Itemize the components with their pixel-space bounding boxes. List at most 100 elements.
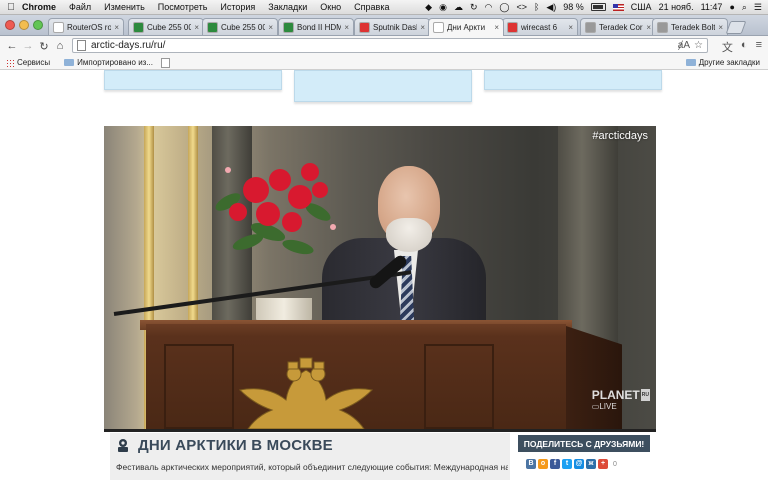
apple-icon[interactable]:  bbox=[0, 2, 22, 13]
clock-date[interactable]: 21 нояб. bbox=[659, 2, 694, 12]
cloud-icon[interactable]: ☁ bbox=[454, 2, 463, 13]
menu-app-name[interactable]: Chrome bbox=[22, 2, 56, 12]
podium-panel bbox=[424, 344, 494, 429]
profile-icon[interactable]: ◐ bbox=[741, 39, 748, 55]
speaker-beard bbox=[386, 218, 432, 252]
bluetooth-icon[interactable]: ᛒ bbox=[534, 2, 539, 12]
menu-card[interactable] bbox=[104, 70, 282, 90]
tab-close-icon[interactable]: × bbox=[420, 23, 425, 32]
browser-tab[interactable]: Sputnik Dash × bbox=[354, 18, 430, 35]
tab-label: Teradek Core bbox=[599, 22, 644, 32]
star-icon[interactable]: ☆ bbox=[694, 40, 703, 51]
evernote-icon[interactable]: ◉ bbox=[439, 2, 447, 13]
flower-bouquet bbox=[215, 163, 336, 255]
browser-tab[interactable]: Cube 255 008× bbox=[202, 18, 278, 35]
spotlight-icon[interactable]: ⌕ bbox=[742, 2, 747, 13]
minimize-window-button[interactable] bbox=[19, 20, 29, 30]
forward-button[interactable]: → bbox=[20, 40, 36, 52]
menu-help[interactable]: Справка bbox=[354, 2, 389, 12]
menu-window[interactable]: Окно bbox=[320, 2, 341, 12]
bookmark-page[interactable] bbox=[161, 57, 170, 68]
bookmark-apps[interactable]: Сервисы bbox=[6, 58, 50, 67]
reload-button[interactable]: ↻ bbox=[36, 40, 52, 53]
home-button[interactable]: ⌂ bbox=[52, 40, 68, 52]
browser-tab[interactable]: Teradek Core × bbox=[580, 18, 656, 35]
article-description: Фестиваль арктических мероприятий, котор… bbox=[116, 462, 508, 472]
camera-icon bbox=[118, 439, 128, 452]
google-plus-share-icon[interactable]: + bbox=[598, 459, 608, 469]
translate-extension-icon[interactable]: 文 bbox=[722, 39, 733, 55]
livejournal-share-icon[interactable]: ж bbox=[586, 459, 596, 469]
odnoklassniki-share-icon[interactable]: о bbox=[538, 459, 548, 469]
menu-card[interactable] bbox=[294, 70, 472, 102]
page-icon bbox=[77, 40, 86, 51]
user-icon[interactable]: ● bbox=[729, 2, 734, 12]
notification-center-icon[interactable]: ☰ bbox=[754, 2, 762, 13]
zoom-window-button[interactable] bbox=[33, 20, 43, 30]
bookmark-other[interactable]: Другие закладки bbox=[685, 58, 760, 67]
browser-tab[interactable]: Cube 255 008× bbox=[128, 18, 204, 35]
sync-icon[interactable]: ↻ bbox=[470, 2, 478, 13]
url-text[interactable]: arctic-days.ru/ru/ bbox=[91, 40, 165, 51]
coat-of-arms-eagle bbox=[238, 357, 374, 429]
new-tab-button[interactable] bbox=[725, 21, 747, 34]
menu-file[interactable]: Файл bbox=[69, 2, 91, 12]
back-button[interactable]: ← bbox=[4, 40, 20, 52]
address-bar[interactable]: arctic-days.ru/ru/ ⱥA ☆ bbox=[72, 38, 708, 53]
browser-tab[interactable]: Bond II HDMI × bbox=[278, 18, 354, 35]
video-progress[interactable] bbox=[104, 429, 656, 432]
folder-icon bbox=[685, 59, 696, 66]
wifi-icon[interactable]: ◠ bbox=[485, 2, 493, 13]
menu-card[interactable] bbox=[484, 70, 662, 90]
tab-close-icon[interactable]: × bbox=[646, 23, 651, 32]
dropbox-icon[interactable]: ◆ bbox=[425, 2, 432, 13]
menu-icon[interactable]: ≡ bbox=[756, 39, 762, 55]
tab-close-icon[interactable]: × bbox=[344, 23, 349, 32]
close-window-button[interactable] bbox=[5, 20, 15, 30]
menu-edit[interactable]: Изменить bbox=[104, 2, 145, 12]
share-buttons: Во f t @ ж +0 bbox=[526, 459, 617, 469]
browser-tab[interactable]: Дни Аркти × bbox=[428, 18, 504, 36]
page-icon bbox=[161, 57, 170, 68]
menu-view[interactable]: Посмотреть bbox=[158, 2, 208, 12]
window-controls bbox=[5, 20, 43, 30]
browser-tab[interactable]: Teradek Bolt × bbox=[652, 18, 728, 35]
input-locale[interactable]: США bbox=[631, 2, 652, 12]
mail-ru-share-icon[interactable]: @ bbox=[574, 459, 584, 469]
tab-label: Cube 255 008 bbox=[147, 22, 191, 32]
chat-icon[interactable]: ◯ bbox=[499, 2, 509, 13]
clock-time[interactable]: 11:47 bbox=[701, 2, 723, 12]
tab-label: wirecast 6 bbox=[521, 22, 558, 32]
article-block: ДНИ АРКТИКИ В МОСКВЕ Фестиваль арктическ… bbox=[110, 433, 510, 480]
folder-icon bbox=[64, 59, 75, 66]
vk-share-icon[interactable]: В bbox=[526, 459, 536, 469]
tab-close-icon[interactable]: × bbox=[114, 23, 119, 32]
menu-history[interactable]: История bbox=[220, 2, 255, 12]
facebook-share-icon[interactable]: f bbox=[550, 459, 560, 469]
browser-tab[interactable]: wirecast 6 × bbox=[502, 18, 578, 35]
bookmark-imported[interactable]: Импортировано из... bbox=[64, 58, 153, 67]
tab-favicon-icon bbox=[585, 21, 596, 33]
twitter-share-icon[interactable]: t bbox=[562, 459, 572, 469]
toolbar: ← → ↻ ⌂ arctic-days.ru/ru/ ⱥA ☆ 文 ◐ ≡ bbox=[0, 36, 768, 56]
translate-icon[interactable]: ⱥA bbox=[678, 40, 690, 51]
video-player[interactable]: #arcticdays PLANET RU ▭LIVE bbox=[104, 126, 656, 429]
tab-favicon-icon bbox=[433, 22, 444, 33]
battery-icon[interactable] bbox=[590, 3, 606, 11]
channel-logo-text: PLANET bbox=[591, 388, 640, 402]
tab-close-icon[interactable]: × bbox=[494, 23, 499, 32]
channel-logo: PLANET RU ▭LIVE bbox=[592, 389, 650, 413]
tab-label: RouterOS router bbox=[67, 22, 111, 32]
battery-percent: 98 % bbox=[563, 2, 584, 12]
video-hashtag: #arcticdays bbox=[592, 130, 648, 142]
menu-bookmarks[interactable]: Закладки bbox=[268, 2, 307, 12]
tab-close-icon[interactable]: × bbox=[194, 23, 199, 32]
tab-close-icon[interactable]: × bbox=[568, 23, 573, 32]
browser-tab[interactable]: RouterOS router× bbox=[48, 18, 124, 35]
omnibox-actions: ⱥA ☆ bbox=[678, 40, 703, 51]
tab-close-icon[interactable]: × bbox=[268, 23, 273, 32]
code-icon[interactable]: <> bbox=[516, 2, 527, 12]
tab-close-icon[interactable]: × bbox=[718, 23, 723, 32]
volume-icon[interactable]: ◀) bbox=[546, 2, 556, 13]
share-count: 0 bbox=[613, 460, 617, 468]
